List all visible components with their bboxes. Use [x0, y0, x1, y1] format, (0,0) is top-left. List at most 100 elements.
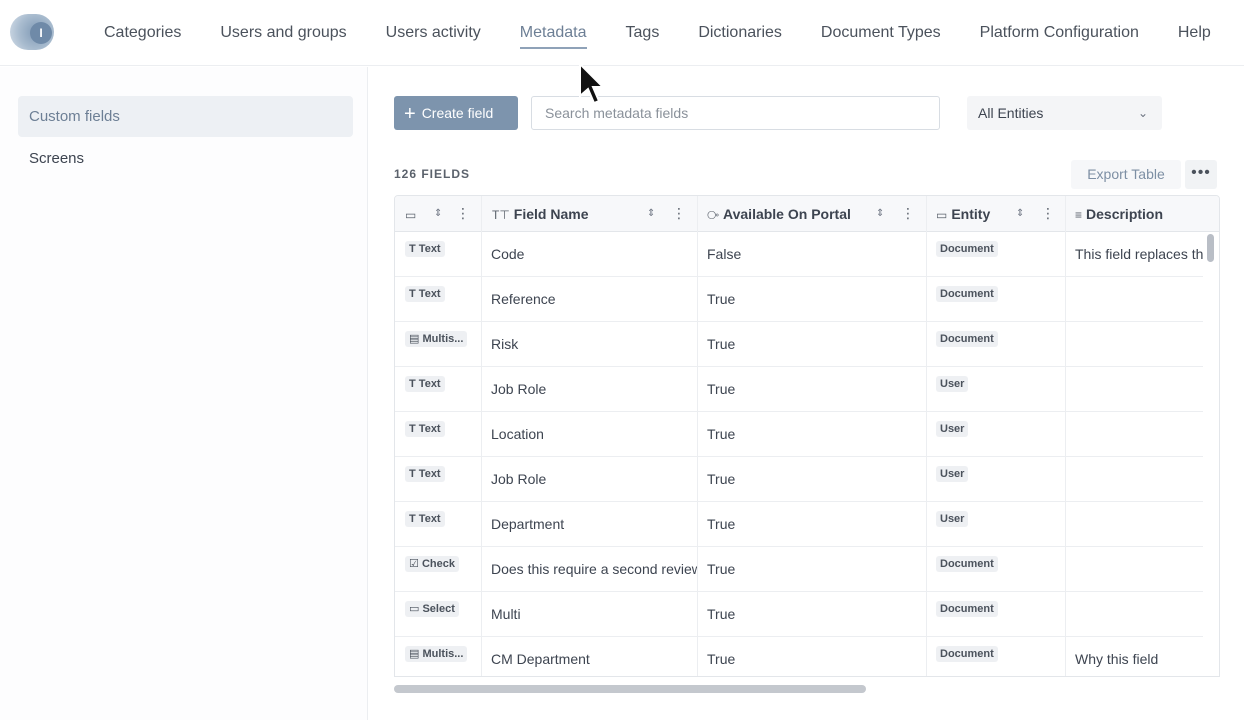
table-row[interactable]: T Text Department True User: [395, 502, 1203, 547]
export-table-button[interactable]: Export Table: [1071, 160, 1181, 189]
nav-item-users-and-groups[interactable]: Users and groups: [220, 24, 346, 42]
sort-icon[interactable]: ⇕: [876, 196, 884, 232]
entity-select-value: All Entities: [978, 105, 1044, 121]
column-menu-icon[interactable]: ⋮: [1041, 196, 1055, 230]
field-type-badge: ☑ Check: [405, 556, 459, 572]
field-name-cell[interactable]: Department: [491, 502, 697, 547]
nav-item-document-types[interactable]: Document Types: [821, 24, 941, 42]
description-cell: [1075, 322, 1203, 367]
fields-count: 126 FIELDS: [394, 167, 471, 181]
create-field-button[interactable]: + Create field: [394, 96, 518, 130]
field-type-label: Text: [418, 288, 441, 300]
column-menu-icon[interactable]: ⋮: [456, 196, 470, 230]
entity-badge: User: [936, 511, 969, 527]
nav-item-platform-configuration[interactable]: Platform Configuration: [980, 24, 1139, 42]
tag-icon: ▭: [405, 208, 417, 222]
sidebar-item-screens[interactable]: Screens: [18, 138, 353, 179]
field-type-badge: T Text: [405, 511, 445, 527]
horizontal-scrollbar[interactable]: [394, 685, 866, 693]
description-cell: [1075, 457, 1203, 502]
table-row[interactable]: T Text Job Role True User: [395, 457, 1203, 502]
field-name-cell[interactable]: CM Department: [491, 637, 697, 676]
portal-cell: True: [707, 381, 736, 397]
fields-table: ▭ ⇕ ⋮ T⊤ Field Name ⇕ ⋮ ⧂ Available On Por…: [394, 195, 1220, 677]
portal-cell: True: [707, 561, 736, 577]
entity-badge: Document: [936, 601, 998, 617]
table-row[interactable]: T Text Reference True Document: [395, 277, 1203, 322]
align-left-icon: ≡: [1075, 208, 1083, 222]
field-type-label: Multis...: [422, 333, 464, 345]
field-type-icon: T: [409, 468, 416, 480]
field-type-label: Text: [418, 513, 441, 525]
table-row[interactable]: ▤ Multis... CM Department True Document Why …: [395, 637, 1203, 676]
entity-select[interactable]: All Entities ⌄: [967, 96, 1162, 130]
description-cell: [1075, 367, 1203, 412]
field-name-cell[interactable]: Code: [491, 232, 697, 277]
portal-cell: True: [707, 471, 736, 487]
entity-badge: User: [936, 466, 969, 482]
field-type-badge: ▤ Multis...: [405, 646, 468, 662]
nav-item-categories[interactable]: Categories: [104, 24, 181, 42]
app-logo[interactable]: I: [10, 14, 54, 50]
field-name-cell[interactable]: Multi: [491, 592, 697, 637]
field-type-icon: ▤: [409, 333, 420, 345]
create-field-label: Create field: [421, 105, 494, 121]
entity-badge: Document: [936, 556, 998, 572]
description-cell: [1075, 277, 1203, 322]
field-type-icon: T: [409, 378, 416, 390]
field-name-cell[interactable]: Does this require a second review: [491, 547, 697, 592]
field-type-icon: ☑: [409, 558, 419, 570]
sidebar-item-custom-fields[interactable]: Custom fields: [18, 96, 353, 137]
field-type-label: Check: [421, 558, 455, 570]
field-type-label: Text: [418, 378, 441, 390]
more-options-button[interactable]: •••: [1185, 160, 1217, 189]
field-name-cell[interactable]: Reference: [491, 277, 697, 322]
column-menu-icon[interactable]: ⋮: [672, 196, 686, 230]
mouse-cursor-icon: [579, 62, 606, 105]
field-name-column-header[interactable]: T⊤ Field Name: [492, 196, 589, 232]
sort-icon[interactable]: ⇕: [647, 196, 655, 232]
column-menu-icon[interactable]: ⋮: [901, 196, 915, 230]
field-name-cell[interactable]: Location: [491, 412, 697, 457]
table-row[interactable]: ▭ Select Multi True Document: [395, 592, 1203, 637]
field-type-icon: T: [409, 243, 416, 255]
portal-cell: True: [707, 426, 736, 442]
plus-icon: +: [404, 103, 416, 125]
description-cell: Why this field: [1075, 651, 1159, 667]
field-type-badge: T Text: [405, 421, 445, 437]
sort-icon[interactable]: ⇕: [1016, 196, 1024, 232]
field-type-icon: T: [409, 288, 416, 300]
field-name-cell[interactable]: Job Role: [491, 367, 697, 412]
field-type-label: Text: [418, 243, 441, 255]
nav-item-users-activity[interactable]: Users activity: [386, 24, 481, 42]
description-cell: This field replaces th: [1075, 246, 1203, 262]
table-row[interactable]: T Text Location True User: [395, 412, 1203, 457]
nav-item-tags[interactable]: Tags: [626, 24, 660, 42]
table-row[interactable]: ▤ Multis... Risk True Document: [395, 322, 1203, 367]
field-type-badge: ▤ Multis...: [405, 331, 468, 347]
nav-item-dictionaries[interactable]: Dictionaries: [698, 24, 782, 42]
entity-column-header[interactable]: ▭ Entity: [936, 196, 990, 232]
table-row[interactable]: ☑ Check Does this require a second review…: [395, 547, 1203, 592]
type-column-header[interactable]: ▭: [405, 196, 420, 232]
toggle-icon: ⧂: [707, 208, 720, 222]
portal-cell: True: [707, 606, 736, 622]
field-type-badge: T Text: [405, 286, 445, 302]
text-type-icon: T⊤: [492, 208, 510, 222]
field-type-icon: ▭: [409, 603, 420, 615]
field-type-icon: T: [409, 423, 416, 435]
portal-column-header[interactable]: ⧂ Available On Portal: [707, 196, 851, 232]
vertical-scrollbar[interactable]: [1207, 234, 1214, 262]
sort-icon[interactable]: ⇕: [434, 196, 442, 232]
entity-badge: Document: [936, 286, 998, 302]
entity-badge: Document: [936, 241, 998, 257]
description-column-header[interactable]: ≡ Description: [1075, 196, 1163, 232]
table-row[interactable]: T Text Code False Document This field replac…: [395, 232, 1203, 277]
entity-badge: User: [936, 421, 969, 437]
sidebar: Custom fields Screens: [0, 67, 368, 720]
nav-item-help[interactable]: Help: [1178, 24, 1211, 42]
field-name-cell[interactable]: Risk: [491, 322, 697, 367]
nav-item-metadata[interactable]: Metadata: [519, 24, 587, 49]
field-name-cell[interactable]: Job Role: [491, 457, 697, 502]
table-row[interactable]: T Text Job Role True User: [395, 367, 1203, 412]
